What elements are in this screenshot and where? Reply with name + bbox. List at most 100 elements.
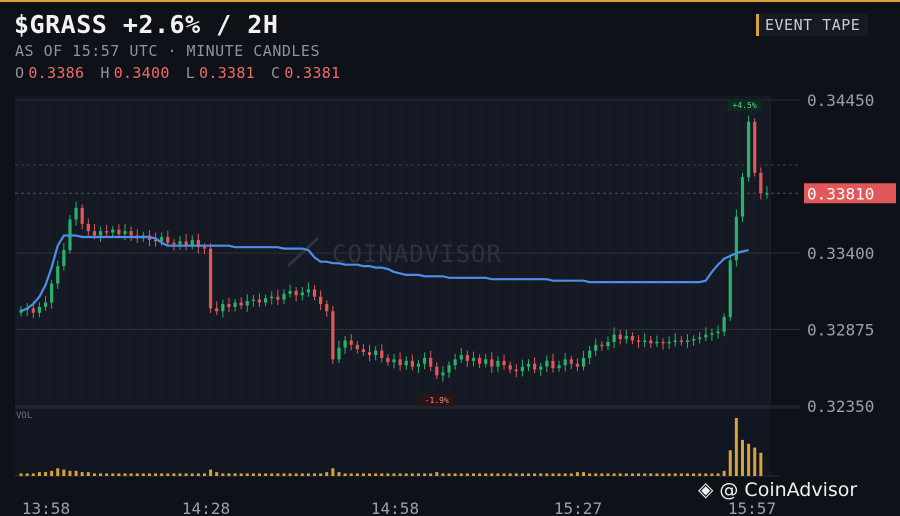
volume-bar	[557, 473, 561, 476]
volume-bar	[527, 473, 531, 476]
candle-body	[759, 172, 763, 194]
volume-bar	[667, 473, 671, 476]
volume-bar	[465, 473, 469, 476]
candle-body	[239, 302, 243, 306]
volume-bar	[716, 473, 720, 476]
candle-body	[92, 231, 97, 236]
volume-bar	[655, 473, 659, 476]
candle-body	[43, 302, 48, 307]
candle-body	[62, 250, 66, 267]
candle-body	[747, 121, 751, 178]
candle-body	[685, 340, 690, 342]
volume-bar	[245, 473, 249, 476]
candle-body	[447, 365, 451, 373]
volume-bar	[331, 468, 335, 476]
high-annotation: +4.5%	[733, 101, 757, 110]
low-annotation: -1.9%	[425, 396, 449, 405]
candle-body	[37, 306, 41, 313]
candle-body	[710, 333, 714, 335]
volume-bar	[722, 470, 726, 476]
volume-bar	[734, 418, 738, 476]
candle-body	[496, 360, 500, 367]
candle-body	[227, 304, 231, 307]
volume-bar	[441, 473, 445, 476]
y-tick-label: 0.32350	[807, 397, 874, 416]
volume-bar	[325, 472, 329, 476]
volume-bar	[410, 473, 414, 476]
volume-bar	[423, 473, 427, 476]
candle-body	[245, 301, 249, 306]
volume-bar	[282, 473, 286, 476]
volume-bar	[190, 473, 194, 476]
volume-bar	[233, 473, 237, 476]
volume-bar	[361, 473, 365, 476]
candle-body	[490, 359, 494, 367]
volume-bar	[398, 473, 402, 476]
candle-body	[704, 334, 708, 338]
volume-bar	[502, 473, 506, 476]
candle-body	[294, 290, 298, 296]
volume-bar	[520, 473, 524, 476]
candle-body	[86, 223, 90, 232]
candle-body	[563, 359, 567, 366]
candle-body	[264, 298, 268, 303]
candle-body	[392, 359, 396, 363]
volume-bar	[196, 473, 200, 476]
volume-bar	[154, 473, 158, 476]
candle-body	[520, 366, 524, 372]
candle-body	[422, 357, 427, 364]
candle-body	[361, 349, 366, 353]
candle-body	[251, 299, 255, 302]
candle-body	[98, 231, 103, 236]
candle-body	[545, 360, 549, 367]
volume-bar	[50, 470, 54, 476]
brand-text: @ CoinAdvisor	[719, 479, 858, 501]
volume-bar	[582, 472, 586, 476]
candle-body	[435, 366, 439, 376]
volume-bar	[698, 473, 702, 476]
candle-body	[588, 350, 592, 358]
volume-bar	[37, 472, 41, 476]
volume-label: VOL	[16, 411, 32, 421]
volume-bar	[319, 473, 323, 476]
volume-bar	[368, 473, 372, 476]
volume-bar	[447, 473, 451, 476]
volume-bar	[533, 473, 537, 476]
volume-bar	[759, 452, 763, 476]
volume-bar	[508, 473, 512, 476]
volume-bar	[355, 473, 359, 476]
volume-bar	[221, 473, 225, 476]
candle-body	[374, 350, 378, 355]
volume-bar	[374, 473, 378, 476]
volume-bar	[105, 473, 109, 476]
candle-body	[117, 229, 121, 235]
volume-bar	[692, 473, 696, 476]
volume-bar	[594, 473, 598, 476]
candlestick-chart: COINADVISORVOL0.344500.334000.328750.323…	[15, 91, 896, 516]
candle-body	[691, 338, 696, 341]
candle-body	[300, 292, 304, 296]
volume-bar	[624, 473, 628, 476]
volume-bar	[56, 468, 60, 476]
y-tick-label: 0.33400	[807, 244, 874, 263]
volume-bar	[490, 473, 494, 476]
candle-body	[667, 341, 671, 344]
candle-body	[282, 293, 286, 300]
candle-body	[526, 363, 531, 367]
brand-watermark: ◈ @ CoinAdvisor	[698, 477, 857, 501]
volume-bar	[612, 473, 616, 476]
candle-body	[416, 363, 421, 367]
candle-body	[679, 340, 683, 342]
candle-body	[514, 369, 518, 372]
volume-bar	[111, 473, 115, 476]
volume-bar	[563, 473, 567, 476]
candle-body	[386, 357, 390, 363]
volume-bar	[704, 473, 708, 476]
candle-body	[355, 344, 359, 350]
volume-bar	[264, 473, 268, 476]
y-tick-label: 0.32875	[807, 321, 874, 340]
last-price-label: 0.33810	[807, 184, 874, 203]
candle-body	[111, 229, 115, 233]
candle-body	[312, 289, 317, 297]
candle-body	[728, 260, 732, 318]
